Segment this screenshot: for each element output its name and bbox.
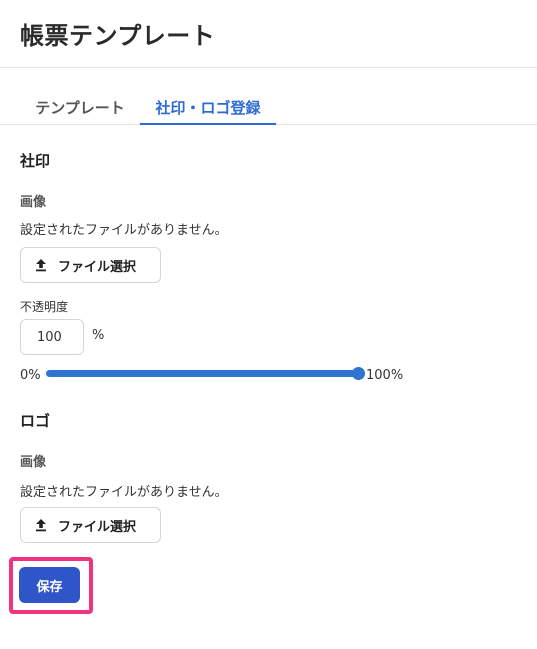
seal-section-title: 社印 bbox=[20, 152, 51, 170]
seal-no-file-text: 設定されたファイルがありません。 bbox=[20, 223, 228, 238]
tab-seal-logo[interactable]: 社印・ロゴ登録 bbox=[140, 90, 276, 125]
logo-section-title: ロゴ bbox=[20, 412, 51, 430]
seal-file-select-button[interactable]: ファイル選択 bbox=[20, 247, 161, 283]
opacity-slider-track[interactable] bbox=[46, 367, 365, 380]
opacity-input[interactable] bbox=[20, 319, 84, 355]
upload-icon bbox=[36, 259, 46, 272]
logo-no-file-text: 設定されたファイルがありません。 bbox=[20, 485, 228, 500]
seal-image-label: 画像 bbox=[20, 195, 47, 210]
save-button[interactable]: 保存 bbox=[19, 567, 80, 603]
tab-bar: テンプレート 社印・ロゴ登録 bbox=[0, 90, 537, 125]
logo-file-select-label: ファイル選択 bbox=[58, 519, 137, 535]
page-title: 帳票テンプレート bbox=[20, 22, 216, 50]
slider-max-label: 100% bbox=[366, 368, 404, 383]
logo-file-select-button[interactable]: ファイル選択 bbox=[20, 507, 161, 543]
opacity-label: 不透明度 bbox=[20, 300, 69, 314]
slider-min-label: 0% bbox=[20, 368, 41, 383]
logo-image-label: 画像 bbox=[20, 455, 47, 470]
page-header: 帳票テンプレート bbox=[0, 0, 537, 68]
opacity-slider-fill bbox=[46, 370, 358, 377]
tab-template[interactable]: テンプレート bbox=[20, 90, 140, 125]
upload-icon bbox=[36, 519, 46, 532]
opacity-slider-thumb[interactable] bbox=[352, 367, 365, 380]
seal-file-select-label: ファイル選択 bbox=[58, 259, 137, 275]
opacity-unit: % bbox=[92, 328, 105, 343]
